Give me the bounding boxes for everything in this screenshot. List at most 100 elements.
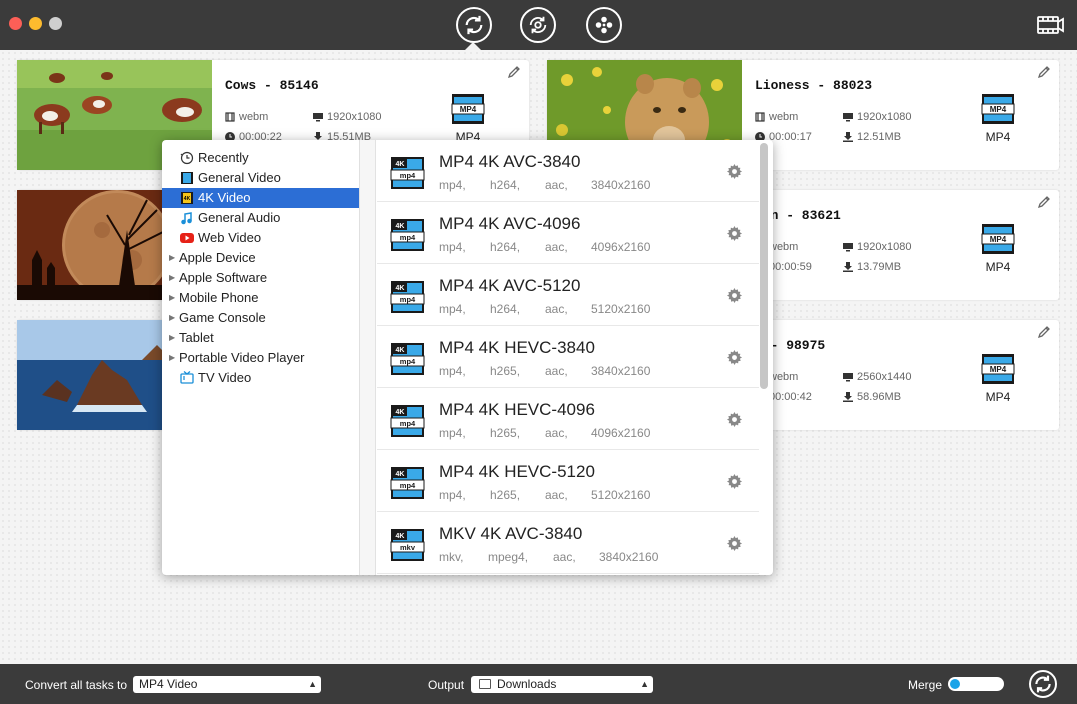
preset-resolution: 4096x2160 bbox=[591, 426, 651, 440]
output-format-label: MP4 bbox=[985, 390, 1011, 404]
category-game-console[interactable]: ▶ Game Console bbox=[162, 308, 359, 328]
clock-icon bbox=[179, 151, 194, 166]
category-apple-device[interactable]: ▶ Apple Device bbox=[162, 248, 359, 268]
mp4-4k-file-icon: 4Kmp4 bbox=[390, 405, 425, 437]
preset-video-codec: h265, bbox=[490, 488, 521, 502]
pencil-icon[interactable] bbox=[1037, 325, 1051, 339]
merge-toggle[interactable] bbox=[948, 677, 1004, 691]
gear-icon[interactable] bbox=[727, 350, 742, 365]
preset-item[interactable]: 4K mp4 MP4 4K HEVC-3840 mp4, h265, aac, 3840x2… bbox=[377, 326, 759, 388]
gear-icon[interactable] bbox=[727, 474, 742, 489]
preset-name: MP4 4K AVC-4096 bbox=[439, 214, 581, 233]
monitor-icon bbox=[843, 372, 853, 382]
disclosure-triangle-icon[interactable]: ▶ bbox=[169, 288, 175, 308]
gear-icon[interactable] bbox=[727, 536, 742, 551]
category-apple-software[interactable]: ▶ Apple Software bbox=[162, 268, 359, 288]
compress-tab-button[interactable] bbox=[520, 7, 556, 43]
mp4-4k-file-icon: 4Kmp4 bbox=[390, 281, 425, 313]
category-mobile-phone[interactable]: ▶ Mobile Phone bbox=[162, 288, 359, 308]
output-format-button[interactable]: MP4 MP4 bbox=[980, 353, 1016, 404]
convert-all-format-select[interactable]: MP4 Video ▲ bbox=[133, 676, 321, 693]
preset-audio-codec: aac, bbox=[545, 488, 568, 502]
category-portable-video-player[interactable]: ▶ Portable Video Player bbox=[162, 348, 359, 368]
container-format: webm bbox=[769, 111, 799, 123]
column-divider bbox=[360, 140, 376, 575]
preset-video-codec: h265, bbox=[490, 364, 521, 378]
preset-container: mkv, bbox=[439, 550, 464, 564]
category-web-video[interactable]: Web Video bbox=[162, 228, 359, 248]
category-4k-video[interactable]: 4K 4K Video bbox=[162, 188, 359, 208]
music-note-icon bbox=[179, 211, 194, 226]
svg-text:mp4: mp4 bbox=[400, 481, 416, 490]
preset-item[interactable]: 4K mkv MKV 4K AVC-3840 mkv, mpeg4, aac, 3840x2… bbox=[377, 512, 759, 574]
preset-container: mp4, bbox=[439, 178, 466, 192]
gear-icon[interactable] bbox=[727, 226, 742, 241]
gear-icon[interactable] bbox=[727, 164, 742, 179]
pencil-icon[interactable] bbox=[1037, 65, 1051, 79]
output-format-button[interactable]: MP4 MP4 bbox=[980, 93, 1016, 144]
mp4-file-icon: MP4 bbox=[981, 224, 1015, 254]
category-recently[interactable]: Recently bbox=[162, 148, 359, 168]
preset-audio-codec: aac, bbox=[545, 302, 568, 316]
start-convert-button[interactable] bbox=[1029, 670, 1057, 698]
monitor-icon bbox=[313, 112, 323, 122]
media-browser-button[interactable] bbox=[1036, 14, 1064, 36]
preset-item[interactable]: 4K mp4 MP4 4K HEVC-5120 mp4, h265, aac, 5120x2… bbox=[377, 450, 759, 512]
preset-audio-codec: aac, bbox=[553, 550, 576, 564]
toolbox-tab-button[interactable] bbox=[586, 7, 622, 43]
active-tab-caret bbox=[465, 42, 481, 50]
preset-audio-codec: aac, bbox=[545, 240, 568, 254]
preset-list: 4K mp4 MP4 4K AVC-3840 mp4, h264, aac, 3840x21… bbox=[377, 140, 759, 575]
svg-text:mp4: mp4 bbox=[400, 357, 416, 366]
disclosure-triangle-icon[interactable]: ▶ bbox=[169, 248, 175, 268]
disclosure-triangle-icon[interactable]: ▶ bbox=[169, 348, 175, 368]
mp4-4k-file-icon: 4Kmp4 bbox=[390, 219, 425, 251]
category-general-audio[interactable]: General Audio bbox=[162, 208, 359, 228]
preset-container: mp4, bbox=[439, 488, 466, 502]
zoom-window-button[interactable] bbox=[49, 17, 62, 30]
category-general-video[interactable]: General Video bbox=[162, 168, 359, 188]
disclosure-triangle-icon[interactable]: ▶ bbox=[169, 268, 175, 288]
disclosure-triangle-icon[interactable]: ▶ bbox=[169, 308, 175, 328]
close-window-button[interactable] bbox=[9, 17, 22, 30]
output-format-button[interactable]: MP4 MP4 bbox=[980, 223, 1016, 274]
mp4-file-icon: MP4 bbox=[981, 354, 1015, 384]
gear-icon[interactable] bbox=[727, 412, 742, 427]
preset-list-scrollbar[interactable] bbox=[760, 143, 768, 389]
preset-item[interactable]: 4K mp4 MP4 4K AVC-4096 mp4, h264, aac, 4096x21… bbox=[377, 202, 759, 264]
preset-item[interactable]: 4K mp4 MP4 4K AVC-3840 mp4, h264, aac, 3840x21… bbox=[377, 140, 759, 202]
preset-item[interactable]: 4K mp4 MP4 4K HEVC-4096 mp4, h265, aac, 4096x2… bbox=[377, 388, 759, 450]
category-tv-video[interactable]: TV Video bbox=[162, 368, 359, 388]
svg-text:MP4: MP4 bbox=[990, 235, 1007, 244]
disclosure-triangle-icon[interactable]: ▶ bbox=[169, 328, 175, 348]
gear-icon[interactable] bbox=[727, 288, 742, 303]
convert-all-label: Convert all tasks to bbox=[25, 678, 128, 692]
output-format-label: MP4 bbox=[985, 130, 1011, 144]
category-tablet[interactable]: ▶ Tablet bbox=[162, 328, 359, 348]
preset-video-codec: mpeg4, bbox=[488, 550, 529, 564]
output-format-button[interactable]: MP4 MP4 bbox=[450, 93, 486, 144]
monitor-icon bbox=[843, 112, 853, 122]
mp4-file-icon: MP4 bbox=[981, 94, 1015, 124]
svg-text:4K: 4K bbox=[396, 471, 405, 478]
preset-name: MP4 4K HEVC-3840 bbox=[439, 338, 595, 357]
svg-text:MP4: MP4 bbox=[460, 105, 477, 114]
preset-item[interactable]: 4K mp4 MP4 4K AVC-5120 mp4, h264, aac, 5120x21… bbox=[377, 264, 759, 326]
resolution: 1920x1080 bbox=[327, 111, 382, 123]
convert-tab-button[interactable] bbox=[456, 7, 492, 43]
preset-container: mp4, bbox=[439, 240, 466, 254]
preset-resolution: 4096x2160 bbox=[591, 240, 651, 254]
file-size: 58.96MB bbox=[857, 391, 902, 403]
preset-video-codec: h264, bbox=[490, 178, 521, 192]
minimize-window-button[interactable] bbox=[29, 17, 42, 30]
duration: 00:00:42 bbox=[769, 391, 812, 403]
convert-icon bbox=[1035, 675, 1051, 693]
output-folder-select[interactable]: Downloads ▲ bbox=[471, 676, 653, 693]
preset-video-codec: h264, bbox=[490, 302, 521, 316]
pencil-icon[interactable] bbox=[507, 65, 521, 79]
pencil-icon[interactable] bbox=[1037, 195, 1051, 209]
film-strip-icon bbox=[1037, 16, 1064, 34]
preset-resolution: 3840x2160 bbox=[599, 550, 659, 564]
preset-audio-codec: aac, bbox=[545, 364, 568, 378]
output-label: Output bbox=[428, 678, 465, 692]
